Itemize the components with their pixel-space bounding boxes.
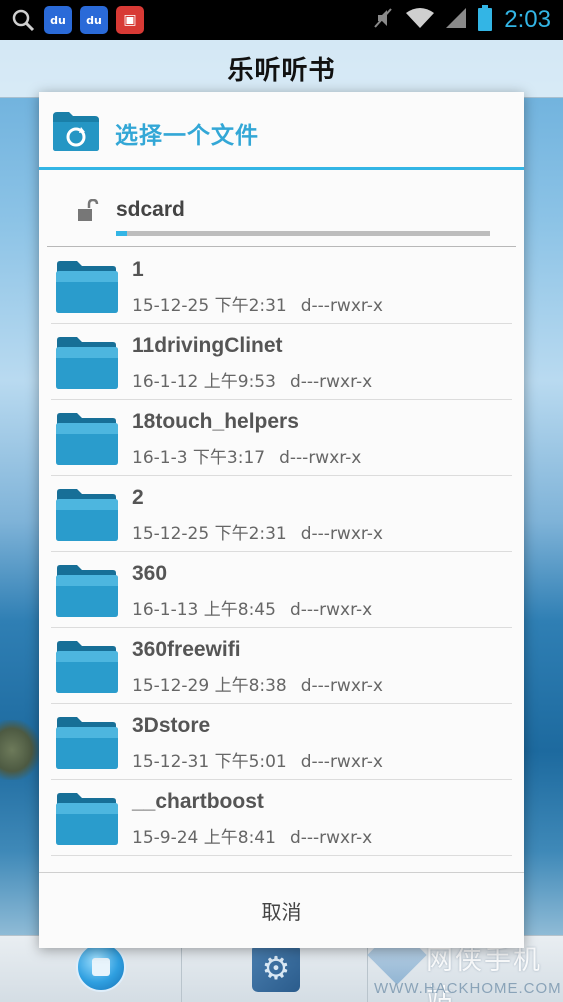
file-name: __chartboost [132,790,264,813]
file-meta: 15-12-25 下午2:31 d---rwxr-x [132,519,383,544]
file-meta: 16-1-12 上午9:53 d---rwxr-x [132,367,372,392]
folder-icon [55,792,119,846]
file-date: 15-12-25 下午2:31 [132,524,287,544]
list-item[interactable]: 360freewifi 15-12-29 上午8:38 d---rwxr-x [39,628,524,704]
list-item[interactable]: 2 15-12-25 下午2:31 d---rwxr-x [39,476,524,552]
file-meta: 16-1-3 下午3:17 d---rwxr-x [132,443,361,468]
path-row: sdcard [39,173,524,247]
file-permissions: d---rwxr-x [289,828,373,848]
file-name: 11drivingClinet [132,334,283,357]
list-item[interactable]: 3Dstore 15-12-31 下午5:01 d---rwxr-x [39,704,524,780]
folder-icon [55,488,119,542]
file-permissions: d---rwxr-x [289,372,373,392]
watermark-url: WWW.HACKHOME.COM [374,980,562,997]
file-meta: 15-9-24 上午8:41 d---rwxr-x [132,823,372,848]
list-item[interactable]: 360 16-1-13 上午8:45 d---rwxr-x [39,552,524,628]
file-meta: 15-12-31 下午5:01 d---rwxr-x [132,747,383,772]
baidu-paw-icon: du [44,6,72,34]
file-date: 15-12-31 下午5:01 [132,752,287,772]
gear-icon: ⚙ [252,944,300,992]
folder-icon [55,564,119,618]
file-chooser-dialog: 选择一个文件 sdcard 1 15-12-25 下午2:31 d---rwxr-… [39,92,524,948]
clock: 2:03 [504,6,551,33]
cancel-button[interactable]: 取消 [39,873,524,949]
file-name: 3Dstore [132,714,211,737]
file-meta: 15-12-29 上午8:38 d---rwxr-x [132,671,383,696]
divider [47,246,516,247]
red-app-icon: ▣ [116,6,144,34]
file-name: 360 [132,562,168,585]
folder-icon [55,640,119,694]
file-meta: 15-12-25 下午2:31 d---rwxr-x [132,291,383,316]
file-date: 16-1-13 上午8:45 [132,600,276,620]
dialog-footer: 取消 [39,872,524,948]
file-date: 16-1-3 下午3:17 [132,448,266,468]
search-icon [10,6,36,34]
app-title-bar: 乐听听书 [0,40,563,98]
current-path[interactable]: sdcard [116,198,185,222]
file-date: 16-1-12 上午9:53 [132,372,276,392]
file-list[interactable]: 1 15-12-25 下午2:31 d---rwxr-x 11drivingCli… [39,248,524,872]
file-permissions: d---rwxr-x [300,524,383,544]
list-item-partial[interactable] [39,856,524,872]
dialog-title: 选择一个文件 [115,123,259,149]
file-name: 18touch_helpers [132,410,299,433]
file-permissions: d---rwxr-x [289,600,373,620]
signal-icon [446,7,467,33]
file-permissions: d---rwxr-x [300,752,383,772]
folder-icon [55,260,119,314]
app-title: 乐听听书 [227,56,336,86]
folder-icon [55,412,119,466]
mute-icon [372,7,394,33]
file-permissions: d---rwxr-x [300,676,383,696]
file-name: 1 [132,258,144,281]
list-item[interactable]: 11drivingClinet 16-1-12 上午9:53 d---rwxr-x [39,324,524,400]
background-rocks [0,720,40,780]
folder-icon [55,716,119,770]
list-item[interactable]: 1 15-12-25 下午2:31 d---rwxr-x [39,248,524,324]
wifi-icon [406,7,435,33]
path-scroll-thumb[interactable] [116,231,128,236]
folder-icon [55,336,119,390]
status-bar: du du ▣ 2:03 [0,0,563,40]
file-permissions: d---rwxr-x [279,448,362,468]
file-name: 2 [132,486,144,509]
file-date: 15-12-25 下午2:31 [132,296,287,316]
file-meta: 16-1-13 上午8:45 d---rwxr-x [132,595,372,620]
folder-refresh-icon [51,110,101,152]
file-date: 15-9-24 上午8:41 [132,828,276,848]
baidu-paw-icon: du [80,6,108,34]
dialog-header: 选择一个文件 [39,92,524,170]
battery-icon [478,5,493,35]
home-circle-icon [76,942,126,992]
unlock-icon [77,198,101,223]
file-date: 15-12-29 上午8:38 [132,676,287,696]
file-permissions: d---rwxr-x [300,296,383,316]
path-scroll-bar[interactable] [116,231,490,236]
list-item[interactable]: __chartboost 15-9-24 上午8:41 d---rwxr-x [39,780,524,856]
list-item[interactable]: 18touch_helpers 16-1-3 下午3:17 d---rwxr-x [39,400,524,476]
file-name: 360freewifi [132,638,241,661]
